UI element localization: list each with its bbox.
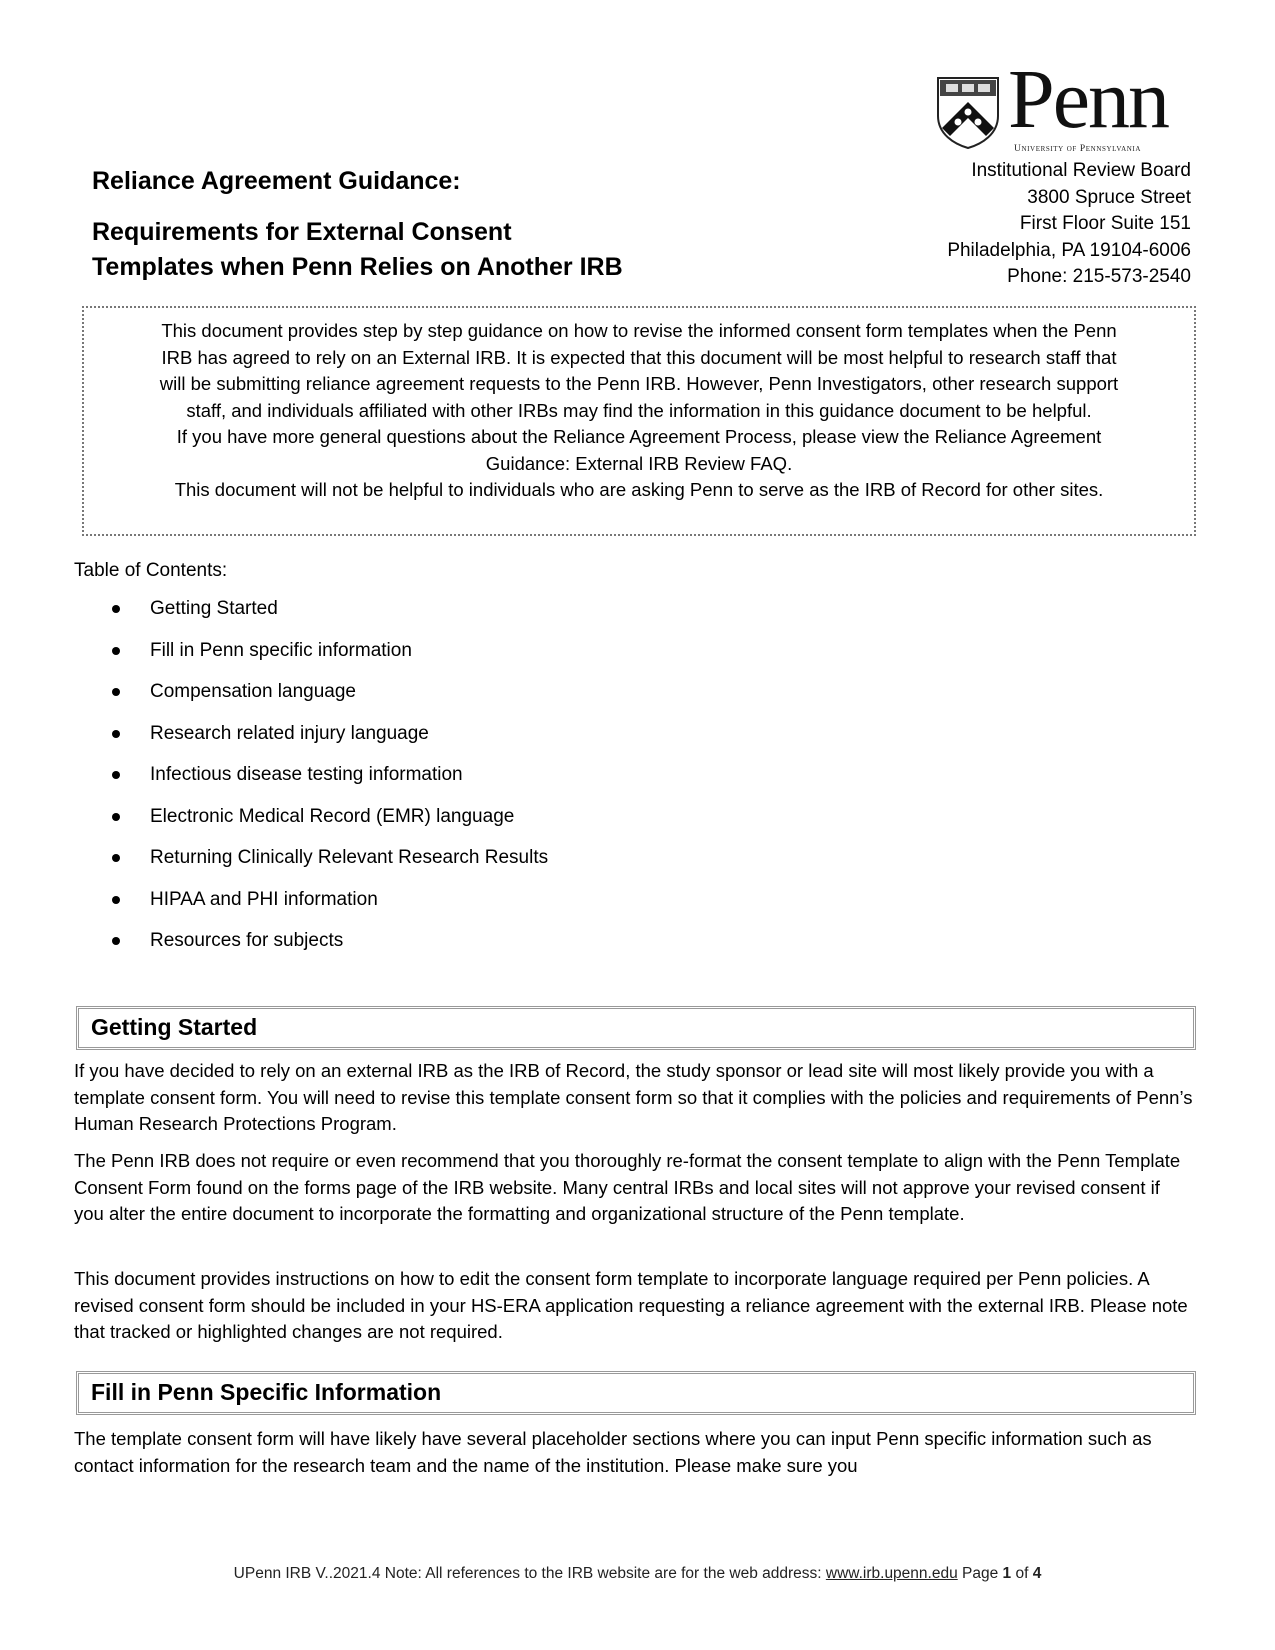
intro-line: will be submitting reliance agreement re… bbox=[159, 373, 1119, 394]
document-title: Reliance Agreement Guidance: Requirement… bbox=[92, 166, 623, 285]
irb-address: Institutional Review Board 3800 Spruce S… bbox=[947, 158, 1191, 291]
address-line: Phone: 215-573-2540 bbox=[1007, 266, 1191, 287]
page-current: 1 bbox=[1002, 1565, 1012, 1582]
paragraph: If you have decided to rely on an extern… bbox=[74, 1060, 1193, 1134]
bullet-icon bbox=[112, 605, 120, 613]
toc-item-label: Returning Clinically Relevant Research R… bbox=[150, 847, 549, 868]
toc-item-label: Research related injury language bbox=[150, 722, 429, 744]
footer-note: UPenn IRB V..2021.4 Note: All references… bbox=[233, 1565, 826, 1582]
bullet-icon bbox=[112, 937, 120, 945]
toc-item[interactable]: Returning Clinically Relevant Research R… bbox=[108, 845, 548, 887]
address-line: First Floor Suite 151 bbox=[1019, 213, 1191, 234]
table-of-contents: Getting Started Fill in Penn specific in… bbox=[108, 596, 548, 970]
paragraph: The template consent form will have like… bbox=[74, 1428, 1152, 1476]
toc-item-label: Compensation language bbox=[150, 681, 356, 702]
toc-item-label: Fill in Penn specific information bbox=[150, 639, 412, 661]
title-line: Reliance Agreement Guidance: bbox=[92, 167, 461, 195]
intro-line: staff, and individuals affiliated with o… bbox=[186, 399, 1092, 421]
bullet-icon bbox=[112, 812, 120, 821]
penn-wordmark: Penn bbox=[1008, 53, 1170, 146]
footer-page-word: Page bbox=[957, 1565, 1003, 1582]
intro-line: Guidance: External IRB Review FAQ. bbox=[485, 452, 793, 474]
bullet-icon bbox=[112, 729, 120, 738]
footer-of-word: of bbox=[1011, 1565, 1033, 1582]
intro-line: IRB has agreed to rely on an External IR… bbox=[161, 346, 1117, 368]
toc-item[interactable]: Compensation language bbox=[108, 679, 548, 721]
intro-line: This document will not be helpful to ind… bbox=[174, 479, 1104, 500]
penn-subtitle: University of Pennsylvania bbox=[1014, 144, 1142, 154]
irb-website-link[interactable]: www.irb.upenn.edu bbox=[826, 1565, 958, 1582]
page-footer: UPenn IRB V..2021.4 Note: All references… bbox=[0, 1565, 1275, 1583]
bullet-icon bbox=[112, 771, 120, 779]
toc-item-label: Resources for subjects bbox=[150, 930, 344, 951]
section-heading-fill-in-penn-specific-information: Fill in Penn Specific Information bbox=[76, 1371, 1196, 1415]
bullet-icon bbox=[112, 646, 120, 655]
bullet-icon bbox=[112, 854, 120, 862]
toc-item[interactable]: HIPAA and PHI information bbox=[108, 887, 548, 929]
document-page: Penn University of Pennsylvania Institut… bbox=[0, 0, 1275, 1650]
page-total: 4 bbox=[1032, 1565, 1042, 1582]
toc-item[interactable]: Research related injury language bbox=[108, 721, 548, 763]
intro-line: If you have more general questions about… bbox=[176, 426, 1102, 447]
toc-item-label: Electronic Medical Record (EMR) language bbox=[150, 805, 515, 827]
toc-item-label: Infectious disease testing information bbox=[150, 764, 463, 785]
penn-logo: Penn University of Pennsylvania bbox=[936, 58, 1186, 156]
title-line: Templates when Penn Relies on Another IR… bbox=[92, 253, 623, 281]
toc-item[interactable]: Electronic Medical Record (EMR) language bbox=[108, 804, 548, 846]
intro-box: This document provides step by step guid… bbox=[82, 306, 1196, 536]
toc-item[interactable]: Getting Started bbox=[108, 596, 548, 638]
section-heading-getting-started: Getting Started bbox=[76, 1006, 1196, 1050]
address-line: 3800 Spruce Street bbox=[1027, 186, 1191, 208]
paragraph: This document provides instructions on h… bbox=[74, 1268, 1188, 1342]
title-line: Requirements for External Consent bbox=[92, 218, 512, 246]
toc-item-label: HIPAA and PHI information bbox=[150, 888, 378, 910]
bullet-icon bbox=[112, 895, 120, 904]
toc-item[interactable]: Infectious disease testing information bbox=[108, 762, 548, 804]
address-line: Institutional Review Board bbox=[971, 160, 1191, 181]
toc-item-label: Getting Started bbox=[150, 598, 278, 619]
intro-line: This document provides step by step guid… bbox=[161, 320, 1117, 341]
penn-shield-icon bbox=[937, 77, 999, 150]
paragraph: The Penn IRB does not require or even re… bbox=[74, 1150, 1181, 1224]
toc-item[interactable]: Fill in Penn specific information bbox=[108, 638, 548, 680]
toc-label: Table of Contents: bbox=[74, 560, 228, 581]
address-line: Philadelphia, PA 19104-6006 bbox=[947, 239, 1191, 261]
toc-item[interactable]: Resources for subjects bbox=[108, 928, 548, 970]
bullet-icon bbox=[112, 688, 120, 696]
